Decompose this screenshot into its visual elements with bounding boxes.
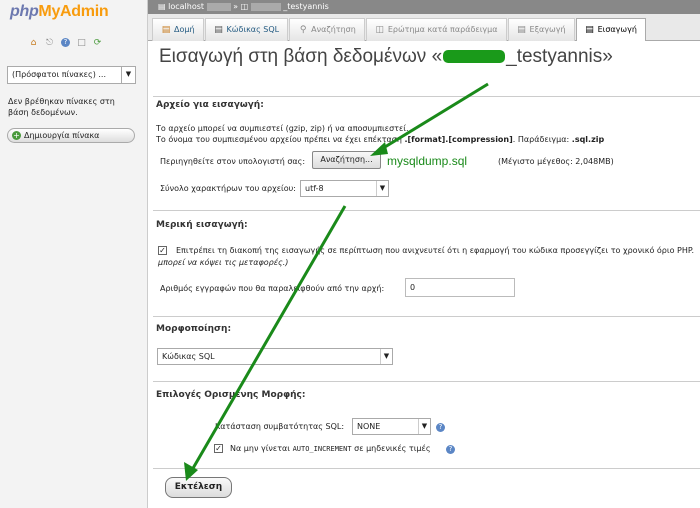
breadcrumb-separator-icon: » [233, 2, 239, 11]
title-suffix: _testyannis» [506, 46, 613, 67]
breadcrumb-mask [206, 2, 231, 11]
charset-value: utf-8 [305, 184, 324, 193]
extension-note: Το όνομα του συμπιεσμένου αρχείου πρέπει… [156, 135, 604, 144]
redaction-mark [443, 50, 506, 64]
sidebar: phpMyAdmin ⌂ ⎋ ? □ ⟳ (Πρόσφατοι πίνακες)… [0, 0, 148, 508]
tab-label: Αναζήτηση [311, 25, 356, 34]
recent-tables-select[interactable]: (Πρόσφατοι πίνακες) ... ▼ [7, 66, 136, 84]
extension-example: .sql.zip [571, 135, 605, 144]
tab-label: Ερώτημα κατά παράδειγμα [387, 25, 498, 34]
section-divider [153, 468, 700, 469]
auto-increment-label: Να μην γίνεται AUTO_INCREMENT σε μηδενικ… [230, 444, 431, 453]
query-icon: ◫ [375, 25, 385, 35]
database-icon: ◫ [240, 2, 249, 11]
selected-file-name: mysqldump.sql [387, 154, 468, 168]
go-button[interactable]: Εκτέλεση [165, 477, 232, 498]
chevron-down-icon: ▼ [376, 181, 388, 196]
chevron-down-icon: ▼ [418, 419, 430, 434]
section-divider [153, 381, 700, 382]
create-table-label: Δημιουργία πίνακα [24, 131, 100, 140]
chevron-down-icon: ▼ [121, 67, 135, 83]
settings-icon[interactable]: ⟳ [92, 37, 103, 48]
docs-icon[interactable]: □ [76, 37, 87, 48]
plus-icon: + [12, 131, 21, 140]
breadcrumb-server[interactable]: localhost [168, 2, 204, 11]
allow-interrupt-label: Επιτρέπει τη διακοπή της εισαγωγής σε πε… [176, 246, 694, 255]
skip-rows-label: Αριθμός εγγραφών που θα παραλειφθούν από… [160, 284, 385, 293]
sidebar-icons: ⌂ ⎋ ? □ ⟳ [28, 37, 103, 48]
auto-increment-text: Να μην γίνεται [230, 444, 291, 453]
structure-icon: ▤ [161, 25, 171, 35]
breadcrumb: ▤ localhost » ◫ _testyannis [148, 0, 700, 14]
format-select[interactable]: Κώδικας SQL ▼ [157, 348, 393, 365]
breadcrumb-mask [250, 2, 281, 11]
compat-select[interactable]: NONE ▼ [352, 418, 431, 435]
section-divider [153, 96, 700, 97]
tab-search[interactable]: ⚲ Αναζήτηση [289, 18, 365, 41]
export-icon: ▤ [517, 25, 526, 35]
section-divider [153, 316, 700, 317]
allow-interrupt-note: μπορεί να κόψει τις μεταφορές.) [158, 258, 289, 267]
tab-label: Κώδικας SQL [226, 25, 280, 34]
format-section-heading: Μορφοποίηση: [156, 324, 232, 334]
help-icon[interactable]: ? [446, 445, 455, 454]
tab-sql[interactable]: ▤ Κώδικας SQL [204, 18, 289, 41]
auto-increment-code: AUTO_INCREMENT [292, 445, 352, 453]
import-icon: ▤ [585, 25, 594, 35]
tab-bar: ▤ Δομή ▤ Κώδικας SQL ⚲ Αναζήτηση ◫ Ερώτη… [148, 14, 700, 41]
sql-icon: ▤ [214, 25, 223, 35]
format-value: Κώδικας SQL [162, 352, 215, 361]
chevron-down-icon: ▼ [380, 349, 392, 364]
help-icon[interactable]: ? [60, 37, 71, 48]
tab-label: Εισαγωγή [597, 25, 637, 34]
section-divider [153, 210, 700, 211]
no-tables-message: Δεν βρέθηκαν πίνακες στη βάση δεδομένων. [8, 97, 115, 117]
auto-increment-checkbox[interactable]: ✓ [214, 444, 223, 453]
charset-select[interactable]: utf-8 ▼ [300, 180, 389, 197]
auto-increment-text-end: σε μηδενικές τιμές [354, 444, 431, 453]
extension-example-label: . Παράδειγμα: [512, 135, 570, 144]
title-prefix: Εισαγωγή στη βάση δεδομένων « [159, 46, 443, 67]
options-section-heading: Επιλογές Ορισμένης Μορφής: [156, 390, 306, 400]
tab-query[interactable]: ◫ Ερώτημα κατά παράδειγμα [365, 18, 507, 41]
breadcrumb-database[interactable]: _testyannis [283, 2, 329, 11]
phpmyadmin-logo[interactable]: phpMyAdmin [10, 3, 109, 21]
charset-label: Σύνολο χαρακτήρων του αρχείου: [160, 184, 296, 193]
tab-label: Δομή [174, 25, 195, 34]
browse-label: Περιηγηθείτε στον υπολογιστή σας: [160, 157, 306, 166]
create-table-button[interactable]: + Δημιουργία πίνακα [7, 128, 135, 143]
skip-rows-input[interactable]: 0 [405, 278, 515, 297]
server-icon: ▤ [158, 2, 166, 11]
search-icon: ⚲ [299, 25, 307, 35]
extension-note-text: Το όνομα του συμπιεσμένου αρχείου πρέπει… [156, 135, 402, 144]
exit-icon[interactable]: ⎋ [44, 37, 55, 48]
home-icon[interactable]: ⌂ [28, 37, 39, 48]
page-title: Εισαγωγή στη βάση δεδομένων « _testyannis… [159, 46, 613, 68]
file-section-heading: Αρχείο για εισαγωγή: [156, 100, 264, 110]
help-icon[interactable]: ? [436, 423, 445, 432]
recent-tables-value: (Πρόσφατοι πίνακες) ... [12, 70, 106, 79]
compression-note: Το αρχείο μπορεί να συμπιεστεί (gzip, zi… [156, 124, 409, 133]
max-size-note: (Μέγιστο μέγεθος: 2,048MB) [498, 157, 614, 166]
tab-export[interactable]: ▤ Εξαγωγή [507, 18, 575, 41]
extension-format: .[format].[compression] [404, 135, 513, 144]
browse-button[interactable]: Αναζήτηση... [312, 151, 381, 169]
tab-import[interactable]: ▤ Εισαγωγή [575, 18, 646, 41]
logo-myadmin: MyAdmin [38, 3, 109, 20]
tab-label: Εξαγωγή [529, 25, 566, 34]
allow-interrupt-checkbox[interactable]: ✓ [158, 246, 167, 255]
compat-label: Κατάσταση συμβατότητας SQL: [215, 422, 345, 431]
partial-section-heading: Μερική εισαγωγή: [156, 220, 248, 230]
logo-php: php [10, 3, 39, 20]
compat-value: NONE [357, 422, 381, 431]
tab-structure[interactable]: ▤ Δομή [152, 18, 204, 41]
